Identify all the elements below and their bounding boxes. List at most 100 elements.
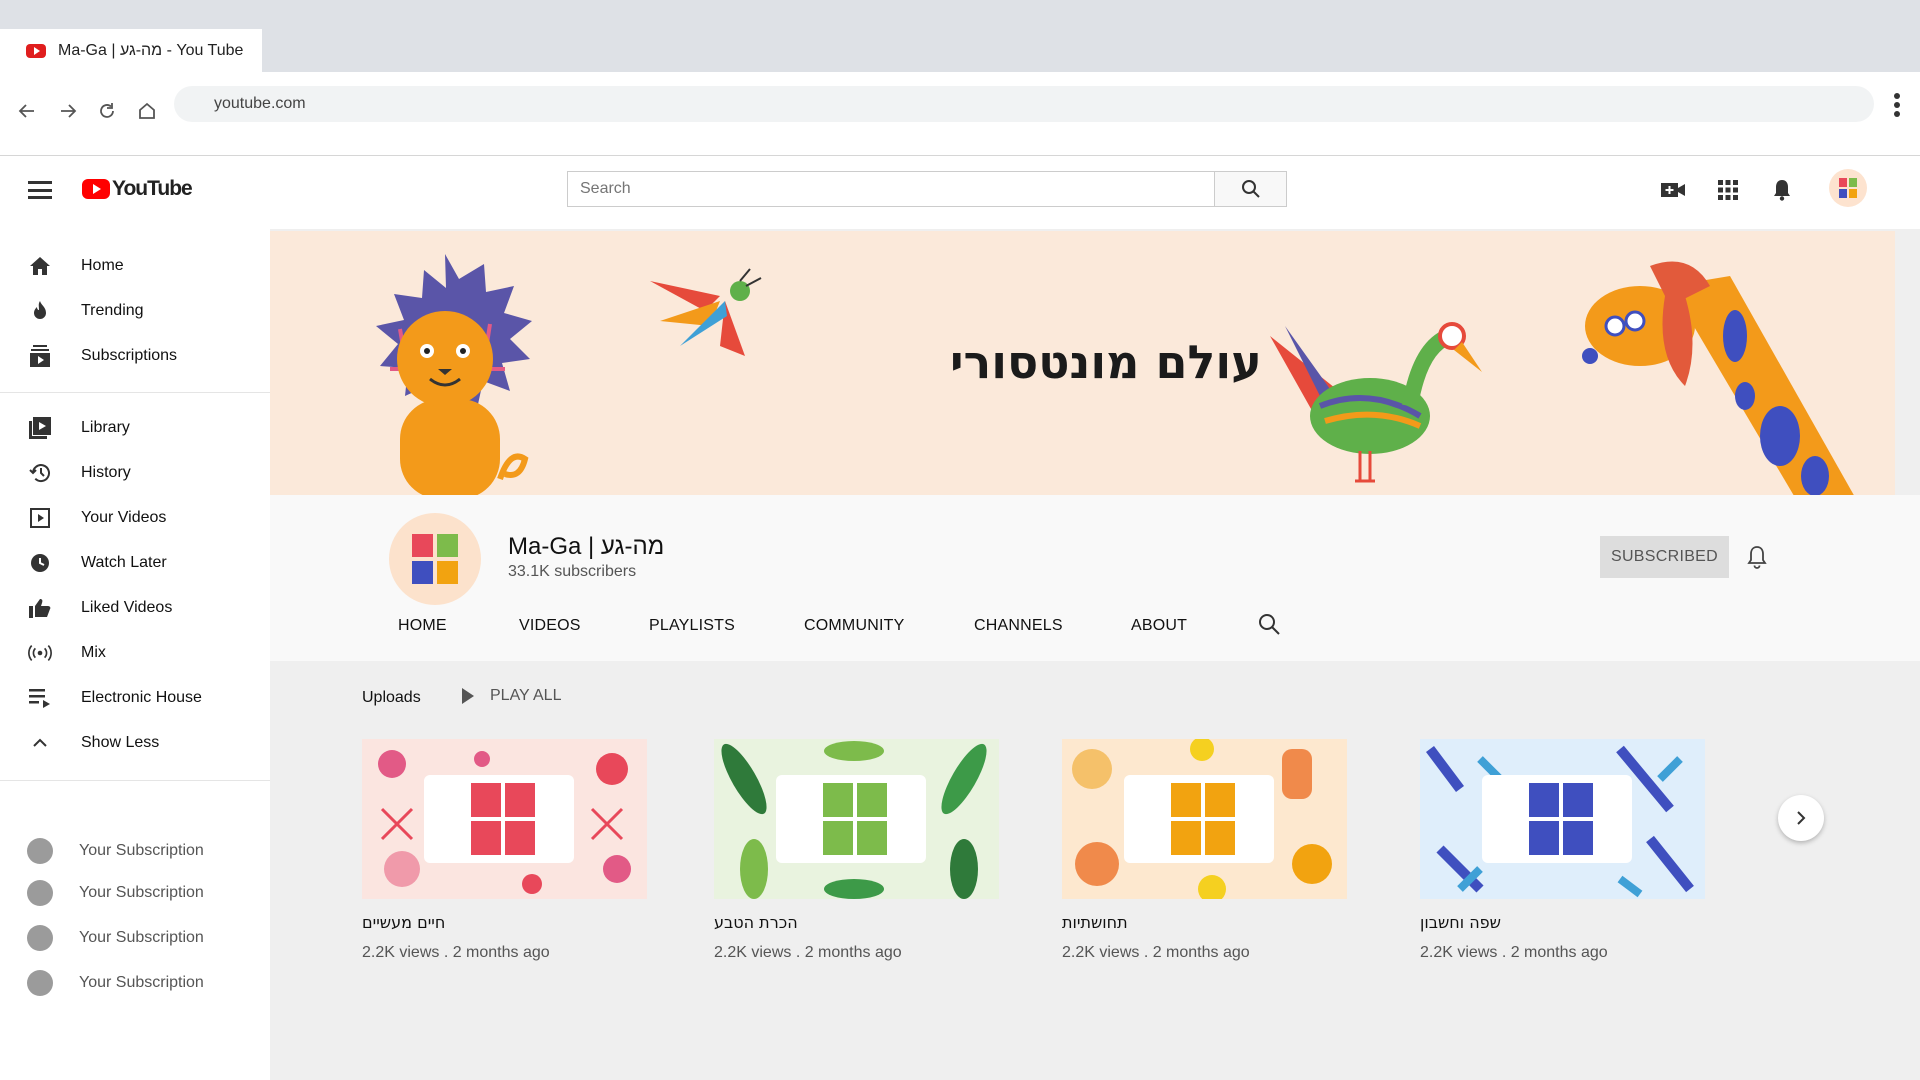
search-input[interactable] (568, 172, 1214, 206)
reload-icon[interactable] (90, 94, 124, 128)
tab-channels[interactable]: CHANNELS (974, 617, 1063, 635)
subscribed-button[interactable]: SUBSCRIBED (1600, 536, 1729, 578)
subscription-avatar (27, 925, 53, 951)
thumbs-up-icon (28, 596, 52, 620)
sidebar-item-history[interactable]: History (0, 451, 270, 495)
channel-page: עולם מונטסורי Ma-Ga | מה-גע 33.1K subscr… (270, 229, 1920, 1080)
subscriber-count: 33.1K subscribers (508, 563, 637, 580)
sidebar-divider (0, 392, 270, 393)
sidebar-subscription-item[interactable]: Your Subscription (0, 916, 270, 960)
flame-icon (28, 299, 52, 323)
video-title[interactable]: הכרת הטבע (714, 913, 999, 932)
sidebar-item-trending[interactable]: Trending (0, 289, 270, 333)
carousel-next-button[interactable] (1778, 795, 1824, 841)
broadcast-icon (28, 641, 52, 665)
browser-tab-bar: Ma-Ga | מה-גע - You Tube (0, 0, 1920, 72)
forward-arrow-icon[interactable] (51, 94, 85, 128)
sidebar: Home Trending Subscriptions Library Hist… (0, 229, 270, 1080)
back-arrow-icon[interactable] (10, 94, 44, 128)
address-bar-row: youtube.com (0, 72, 1920, 156)
library-icon (28, 416, 52, 440)
sidebar-item-liked-videos[interactable]: Liked Videos (0, 586, 270, 630)
bird-illustration (1270, 322, 1482, 483)
youtube-play-icon (82, 179, 110, 199)
channel-header: Ma-Ga | מה-גע 33.1K subscribers SUBSCRIB… (270, 495, 1920, 661)
user-avatar[interactable] (1829, 169, 1867, 207)
sidebar-item-home[interactable]: Home (0, 244, 270, 288)
youtube-header: YouTube (0, 157, 1920, 229)
playlist-icon (28, 686, 52, 710)
uploads-heading[interactable]: Uploads (362, 689, 421, 707)
video-card[interactable]: שפה וחשבון 2.2K views . 2 months ago (1420, 739, 1705, 962)
sidebar-item-watch-later[interactable]: Watch Later (0, 541, 270, 585)
sidebar-subscription-item[interactable]: Your Subscription (0, 961, 270, 1005)
search-icon (1241, 180, 1260, 198)
banner-title: עולם מונטסורי (950, 335, 1262, 389)
video-card[interactable]: הכרת הטבע 2.2K views . 2 months ago (714, 739, 999, 962)
hamburger-menu-icon[interactable] (28, 181, 52, 199)
youtube-favicon-icon (26, 43, 46, 58)
video-title[interactable]: שפה וחשבון (1420, 913, 1705, 932)
sidebar-item-show-less[interactable]: Show Less (0, 721, 270, 765)
sidebar-divider (0, 780, 270, 781)
your-videos-icon (28, 506, 52, 530)
browser-menu-icon[interactable] (1892, 90, 1902, 120)
video-meta: 2.2K views . 2 months ago (1062, 944, 1250, 961)
sidebar-item-electronic-house[interactable]: Electronic House (0, 676, 270, 720)
subscription-avatar (27, 880, 53, 906)
video-card[interactable]: חיים מעשיים 2.2K views . 2 months ago (362, 739, 647, 962)
tab-home[interactable]: HOME (398, 617, 447, 635)
tab-playlists[interactable]: PLAYLISTS (649, 617, 735, 635)
maga-logo-icon (1529, 783, 1593, 855)
sidebar-item-mix[interactable]: Mix (0, 631, 270, 675)
home-icon (28, 254, 52, 278)
video-meta: 2.2K views . 2 months ago (1420, 944, 1608, 961)
history-icon (28, 461, 52, 485)
notifications-bell-icon[interactable] (1765, 173, 1799, 207)
video-card[interactable]: תחושתיות 2.2K views . 2 months ago (1062, 739, 1347, 962)
url-field[interactable]: youtube.com (174, 86, 1874, 122)
video-meta: 2.2K views . 2 months ago (714, 944, 902, 961)
notification-bell-outline-icon[interactable] (1746, 545, 1768, 574)
channel-search-icon[interactable] (1257, 612, 1281, 641)
create-video-icon[interactable] (1656, 173, 1690, 207)
play-icon (462, 688, 474, 704)
search-button[interactable] (1214, 172, 1286, 206)
tab-videos[interactable]: VIDEOS (519, 617, 581, 635)
apps-grid-icon[interactable] (1711, 173, 1745, 207)
sidebar-subscription-item[interactable]: Your Subscription (0, 871, 270, 915)
chevron-right-icon (1797, 811, 1806, 825)
subscriptions-icon (28, 344, 52, 368)
clock-icon (28, 551, 52, 575)
dragonfly-illustration (650, 268, 762, 356)
maga-logo-icon (1171, 783, 1235, 855)
tab-community[interactable]: COMMUNITY (804, 617, 904, 635)
channel-banner: עולם מונטסורי (270, 231, 1895, 495)
video-title[interactable]: תחושתיות (1062, 913, 1347, 932)
sidebar-item-library[interactable]: Library (0, 406, 270, 450)
lion-illustration (376, 254, 532, 495)
play-all-button[interactable]: PLAY ALL (462, 687, 561, 705)
video-thumbnail[interactable] (362, 739, 647, 899)
browser-tab[interactable]: Ma-Ga | מה-גע - You Tube (0, 29, 262, 72)
tab-about[interactable]: ABOUT (1131, 617, 1187, 635)
video-meta: 2.2K views . 2 months ago (362, 944, 550, 961)
video-title[interactable]: חיים מעשיים (362, 913, 647, 932)
sidebar-item-your-videos[interactable]: Your Videos (0, 496, 270, 540)
video-thumbnail[interactable] (1062, 739, 1347, 899)
maga-logo-icon (471, 783, 535, 855)
video-thumbnail[interactable] (714, 739, 999, 899)
sidebar-subscription-item[interactable]: Your Subscription (0, 829, 270, 873)
channel-name: Ma-Ga | מה-גע (508, 533, 665, 560)
home-browser-icon[interactable] (130, 94, 164, 128)
youtube-logo[interactable]: YouTube (82, 177, 193, 201)
tab-title: Ma-Ga | מה-גע - You Tube (58, 41, 244, 59)
channel-avatar[interactable] (389, 513, 481, 605)
youtube-logo-text: YouTube (112, 177, 193, 200)
url-text: youtube.com (214, 95, 306, 112)
maga-logo-icon (412, 534, 458, 584)
sidebar-item-subscriptions[interactable]: Subscriptions (0, 334, 270, 378)
video-thumbnail[interactable] (1420, 739, 1705, 899)
maga-logo-icon (823, 783, 887, 855)
chevron-up-icon (28, 731, 52, 755)
